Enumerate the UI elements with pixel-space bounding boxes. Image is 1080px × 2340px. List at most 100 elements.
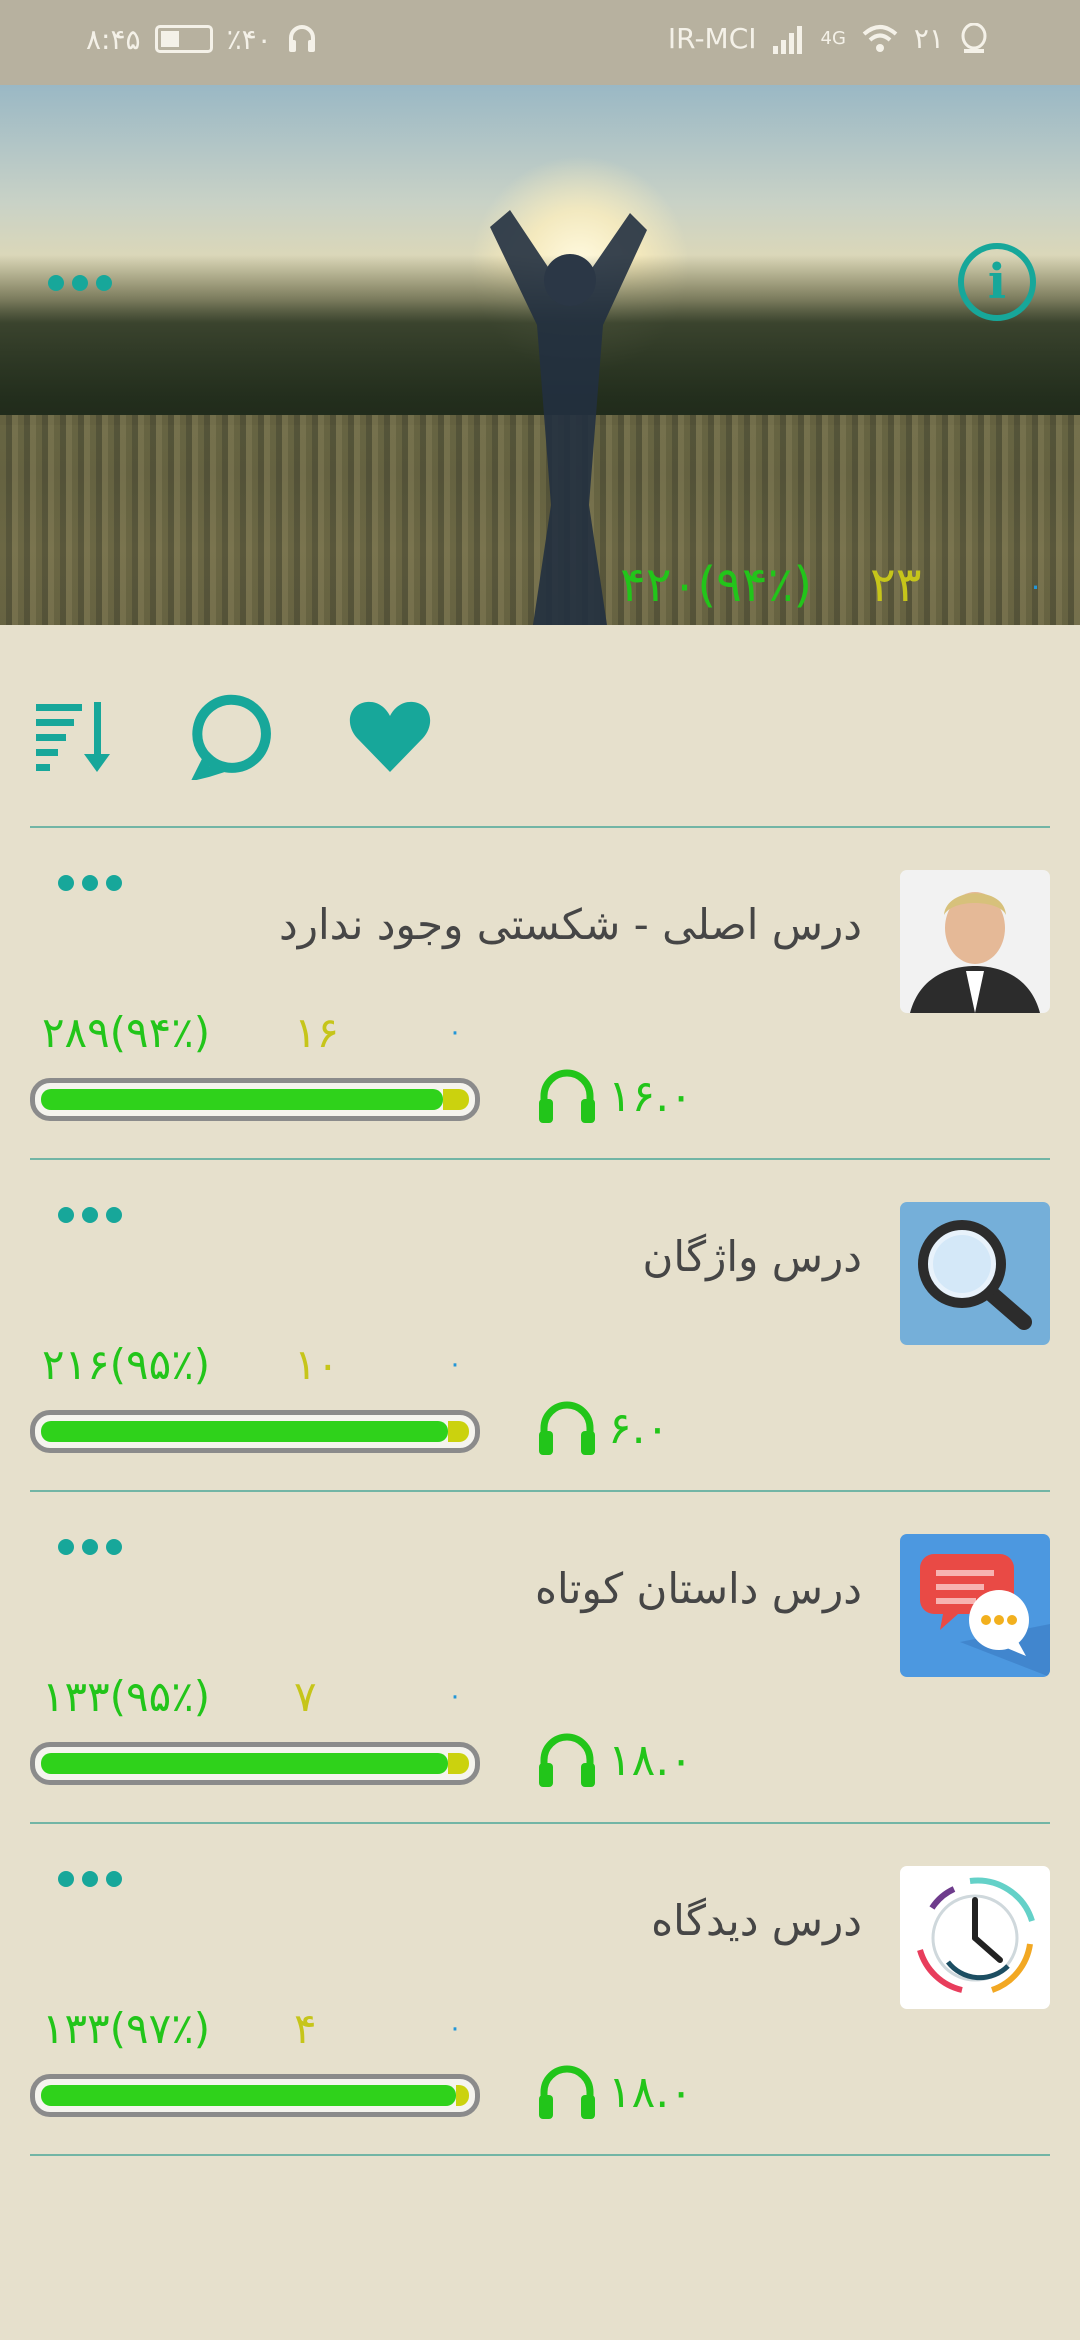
lesson-title: درس داستان کوتاه [534, 1564, 862, 1613]
status-right-group: IR-MCI 4G ۲۱ [668, 22, 988, 55]
hero-count: ۲۳ [870, 557, 922, 613]
lesson-menu-button[interactable] [58, 875, 122, 891]
lesson-count: ۴ [294, 2003, 317, 2053]
divider [30, 826, 1050, 828]
info-button[interactable]: i [958, 243, 1036, 321]
divider [30, 1158, 1050, 1160]
audio-duration: ۱۸.۰ [608, 1734, 693, 1786]
headphones-icon [539, 1733, 595, 1787]
lesson-other: ۰ [448, 1349, 462, 1379]
lesson-row[interactable]: درس دیدگاه ۱۳۳(۹۷٪) ۴ ۰ ۱۸.۰ [0, 1826, 1080, 2156]
hero-score: ۴۲۰(۹۴٪) [620, 557, 813, 613]
hero-banner: i ۴۲۰(۹۴٪) ۲۳ ۰ [0, 85, 1080, 625]
progress-fill [41, 1089, 443, 1110]
lesson-menu-button[interactable] [58, 1871, 122, 1887]
notification-count: ۲۱ [913, 22, 944, 55]
lesson-thumbnail-chat [900, 1534, 1050, 1677]
lesson-other: ۰ [448, 1017, 462, 1047]
lesson-thumbnail-clock [900, 1866, 1050, 2009]
audio-duration: ۱۸.۰ [608, 2066, 693, 2118]
headphones-icon [288, 25, 315, 52]
headphones-icon [539, 2065, 595, 2119]
lesson-stats: ۲۱۶(۹۵٪) ۱۰ ۰ [42, 1334, 472, 1394]
heart-icon[interactable] [345, 690, 435, 780]
dot [96, 275, 112, 291]
lesson-other: ۰ [448, 2013, 462, 2043]
dot [82, 875, 98, 891]
lesson-score: ۲۱۶(۹۵٪) [42, 1339, 211, 1389]
network-name: IR-MCI [667, 22, 757, 55]
lesson-score: ۲۸۹(۹۴٪) [42, 1007, 211, 1057]
dot [58, 1871, 74, 1887]
status-time: ۸:۴۵ [86, 22, 141, 56]
lesson-score: ۱۳۳(۹۷٪) [42, 2003, 211, 2053]
dot [106, 1871, 122, 1887]
lesson-thumbnail-magnifier [900, 1202, 1050, 1345]
sort-icon[interactable] [30, 690, 120, 780]
lesson-other: ۰ [448, 1681, 462, 1711]
dot [58, 1539, 74, 1555]
dot [58, 875, 74, 891]
lesson-row[interactable]: درس اصلی - شکستی وجود ندارد ۲۸۹(۹۴٪) ۱۶ … [0, 830, 1080, 1160]
lesson-progress-bar [30, 2074, 480, 2117]
lesson-stats: ۱۳۳(۹۷٪) ۴ ۰ [42, 1998, 472, 2058]
progress-remaining [448, 1421, 469, 1442]
battery-icon [154, 25, 213, 53]
chat-icon [900, 1534, 1050, 1677]
dot [106, 875, 122, 891]
lesson-row[interactable]: درس واژگان ۲۱۶(۹۵٪) ۱۰ ۰ ۶.۰ [0, 1162, 1080, 1492]
divider [30, 1822, 1050, 1824]
progress-remaining [448, 1753, 469, 1774]
lesson-count: ۱۰ [294, 1339, 340, 1389]
headphones-icon [539, 1069, 595, 1123]
lesson-audio[interactable]: ۶.۰ [536, 1392, 669, 1464]
lesson-count: ۷ [294, 1671, 317, 1721]
divider [30, 2154, 1050, 2156]
signal-icon [772, 25, 802, 54]
progress-fill [41, 2085, 456, 2106]
lesson-menu-button[interactable] [58, 1207, 122, 1223]
status-bar: ۸:۴۵ ٪۴۰ IR-MCI 4G ۲۱ [0, 0, 1080, 85]
lesson-thumbnail-portrait [900, 870, 1050, 1013]
dot [106, 1207, 122, 1223]
audio-duration: ۱۶.۰ [608, 1070, 693, 1122]
progress-fill [41, 1753, 448, 1774]
toolbar [30, 690, 450, 790]
lesson-title: درس واژگان [642, 1232, 862, 1281]
dot [82, 1539, 98, 1555]
dot [82, 1207, 98, 1223]
comment-icon[interactable] [190, 690, 280, 780]
lesson-audio[interactable]: ۱۸.۰ [536, 2056, 693, 2128]
lesson-stats: ۲۸۹(۹۴٪) ۱۶ ۰ [42, 1002, 472, 1062]
dot [72, 275, 88, 291]
wifi-icon [862, 24, 898, 52]
lesson-progress-bar [30, 1742, 480, 1785]
hero-other: ۰ [1028, 568, 1044, 602]
hero-menu-button[interactable] [48, 275, 112, 291]
network-type: 4G [820, 28, 846, 49]
divider [30, 1490, 1050, 1492]
dot [58, 1207, 74, 1223]
lesson-count: ۱۶ [294, 1007, 340, 1057]
lesson-title: درس اصلی - شکستی وجود ندارد [279, 900, 862, 949]
battery-level: ٪۴۰ [226, 22, 272, 56]
dot [82, 1871, 98, 1887]
progress-fill [41, 1421, 448, 1442]
lesson-score: ۱۳۳(۹۵٪) [42, 1671, 211, 1721]
lesson-audio[interactable]: ۱۶.۰ [536, 1060, 693, 1132]
lesson-stats: ۱۳۳(۹۵٪) ۷ ۰ [42, 1666, 472, 1726]
lesson-row[interactable]: درس داستان کوتاه ۱۳۳(۹۵٪) ۷ ۰ ۱۸.۰ [0, 1494, 1080, 1824]
lesson-audio[interactable]: ۱۸.۰ [536, 1724, 693, 1796]
portrait-icon [900, 870, 1050, 1013]
progress-remaining [443, 1089, 469, 1110]
lesson-menu-button[interactable] [58, 1539, 122, 1555]
headphones-icon [539, 1401, 595, 1455]
dot [48, 275, 64, 291]
alien-icon [961, 22, 987, 53]
hero-stats: ۴۲۰(۹۴٪) ۲۳ ۰ [620, 555, 1050, 615]
lesson-title: درس دیدگاه [651, 1896, 862, 1945]
progress-remaining [456, 2085, 469, 2106]
lesson-progress-bar [30, 1410, 480, 1453]
lesson-progress-bar [30, 1078, 480, 1121]
status-left-group: ۸:۴۵ ٪۴۰ [86, 22, 318, 56]
